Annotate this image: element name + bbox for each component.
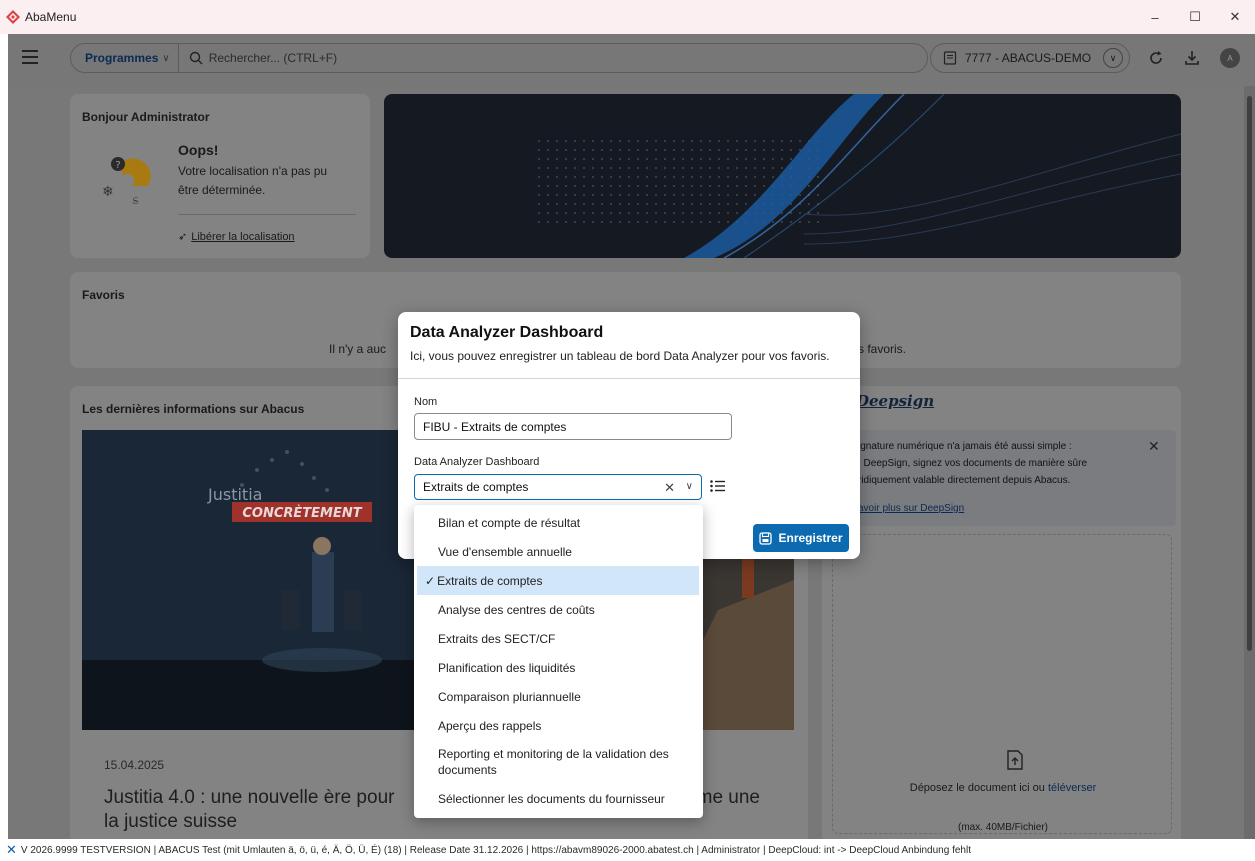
dropdown-option[interactable]: Aperçu des rappels <box>417 711 699 740</box>
drop-text-label: Déposez le document ici ou <box>909 782 1045 794</box>
minimize-button[interactable]: – <box>1135 0 1175 34</box>
photo-caption-concretement: CONCRÈTEMENT <box>242 505 362 521</box>
dialog-title: Data Analyzer Dashboard <box>410 324 604 341</box>
deepsign-line-1: ignature numérique n'a jamais été aussi … <box>858 441 1072 452</box>
book-icon <box>943 51 957 65</box>
dashboard-select-value: Extraits de comptes <box>423 480 529 494</box>
location-link-label: Libérer la localisation <box>191 231 295 243</box>
menu-icon[interactable] <box>22 50 38 64</box>
upload-link[interactable]: téléverser <box>1048 782 1096 794</box>
checkmark-icon: ✓ <box>425 573 436 588</box>
close-window-button[interactable]: ✕ <box>1215 0 1255 34</box>
divider <box>398 378 860 379</box>
search-bar[interactable]: Programmes ∨ Rechercher... (CTRL+F) <box>70 43 928 73</box>
svg-text:?: ? <box>115 160 120 171</box>
option-label: Sélectionner les documents du fournisseu… <box>438 792 665 806</box>
location-arrow-icon: ➶ <box>178 231 188 243</box>
save-button[interactable]: Enregistrer <box>753 524 849 552</box>
abacus-logo-icon <box>6 10 20 24</box>
window-title: AbaMenu <box>25 10 77 24</box>
deepsign-line-2: : DeepSign, signez vos documents de mani… <box>858 458 1088 469</box>
status-text: V 2026.9999 TESTVERSION | ABACUS Test (m… <box>20 844 971 856</box>
dropdown-option-selected[interactable]: ✓ Extraits de comptes <box>417 566 699 595</box>
dashboard-dropdown-list: Bilan et compte de résultat Vue d'ensemb… <box>414 505 703 818</box>
dropdown-option[interactable]: Comparaison pluriannuelle <box>417 682 699 711</box>
drop-text: Déposez le document ici ou téléverser <box>848 782 1158 794</box>
chevron-down-icon[interactable]: ∨ <box>686 481 693 492</box>
option-label: Extraits de comptes <box>437 573 543 588</box>
close-icon[interactable]: ✕ <box>1148 438 1160 455</box>
name-field[interactable]: FIBU - Extraits de comptes <box>414 413 732 440</box>
dashboard-select[interactable]: Extraits de comptes ✕ ∨ <box>414 474 702 500</box>
dropdown-option[interactable]: Planification des liquidités <box>417 653 699 682</box>
name-field-value: FIBU - Extraits de comptes <box>423 419 567 434</box>
refresh-icon[interactable] <box>1146 48 1166 68</box>
scrollbar[interactable] <box>1244 86 1255 839</box>
option-label: Comparaison pluriannuelle <box>438 689 581 704</box>
upload-file-icon <box>1007 750 1023 770</box>
location-link[interactable]: ➶ Libérer la localisation <box>178 230 295 243</box>
title-bar: AbaMenu – ☐ ✕ <box>0 0 1255 34</box>
oops-title: Oops! <box>178 142 219 158</box>
dropdown-option[interactable]: Bilan et compte de résultat <box>417 509 699 537</box>
maximize-button[interactable]: ☐ <box>1175 0 1215 34</box>
dropdown-option[interactable]: Sélectionner les documents du fournisseu… <box>417 784 699 814</box>
download-icon[interactable] <box>1182 48 1202 68</box>
name-label: Nom <box>414 396 438 408</box>
svg-text:❄: ❄ <box>102 184 114 200</box>
option-label: Bilan et compte de résultat <box>438 516 581 530</box>
news-headline[interactable]: Justitia 4.0 : une nouvelle ère pour la … <box>104 786 414 834</box>
clear-icon[interactable]: ✕ <box>664 480 675 496</box>
option-label: Aperçu des rappels <box>438 718 542 733</box>
deepsign-line-3: ridiquement valable directement depuis A… <box>858 475 1071 486</box>
save-label: Enregistrer <box>778 531 843 545</box>
drop-max-size: (max. 40MB/Fichier) <box>957 822 1048 833</box>
news-title: Les dernières informations sur Abacus <box>82 402 305 416</box>
chevron-down-icon: ∨ <box>162 52 170 64</box>
weather-card: Bonjour Administrator ? ❄ ಽ Oops! Votre … <box>70 94 370 258</box>
photo-caption-justitia: Justitia <box>207 485 262 504</box>
dropdown-option[interactable]: Vue d'ensemble annuelle <box>417 537 699 566</box>
programs-label: Programmes <box>85 51 159 65</box>
deepsign-description: ignature numérique n'a jamais été aussi … <box>858 438 1138 489</box>
save-icon <box>759 531 773 545</box>
dialog-subtitle: Ici, vous pouvez enregistrer un tableau … <box>410 349 830 363</box>
option-label: Vue d'ensemble annuelle <box>438 544 572 559</box>
favorites-title: Favoris <box>82 288 125 302</box>
avatar[interactable]: A <box>1220 48 1240 68</box>
dropdown-option[interactable]: Reporting et monitoring de la validation… <box>417 740 699 784</box>
divider <box>178 214 356 215</box>
dashboard-label: Data Analyzer Dashboard <box>414 456 540 468</box>
close-status-icon[interactable]: ✕ <box>6 842 17 858</box>
status-bar: ✕ V 2026.9999 TESTVERSION | ABACUS Test … <box>0 839 1255 861</box>
hero-banner <box>384 94 1181 258</box>
dropdown-option[interactable]: Extraits des SECT/CF <box>417 624 699 653</box>
app-bar: Programmes ∨ Rechercher... (CTRL+F) 7777… <box>8 34 1255 86</box>
weather-unknown-icon: ? ❄ ಽ <box>102 157 151 208</box>
favorites-empty-text: Il n'y a auc <box>329 342 386 356</box>
option-label: Reporting et monitoring de la validation… <box>438 747 669 777</box>
svg-text:ಽ: ಽ <box>132 193 139 208</box>
search-input[interactable]: Rechercher... (CTRL+F) <box>209 51 337 65</box>
deepsign-logo: Deepsign <box>856 392 935 410</box>
chevron-down-icon: ∨ <box>1103 48 1123 68</box>
scrollbar-thumb[interactable] <box>1247 96 1252 651</box>
favorites-empty-text-end: s favoris. <box>858 342 907 356</box>
greeting-title: Bonjour Administrator <box>82 110 210 124</box>
search-icon <box>189 51 203 65</box>
mandant-selector[interactable]: 7777 - ABACUS-DEMO ∨ <box>930 43 1130 73</box>
option-label: Planification des liquidités <box>438 660 576 675</box>
mandant-label: 7777 - ABACUS-DEMO <box>965 51 1092 65</box>
programs-dropdown[interactable]: Programmes ∨ <box>71 44 179 72</box>
deepsign-learn-more-link[interactable]: avoir plus sur DeepSign <box>858 503 964 514</box>
option-label: Analyse des centres de coûts <box>438 602 595 617</box>
location-message: Votre localisation n'a pas pu être déter… <box>178 164 328 197</box>
dropdown-option[interactable]: Analyse des centres de coûts <box>417 595 699 624</box>
list-icon[interactable] <box>710 480 726 492</box>
option-label: Extraits des SECT/CF <box>438 631 556 646</box>
news-date: 15.04.2025 <box>104 758 165 772</box>
